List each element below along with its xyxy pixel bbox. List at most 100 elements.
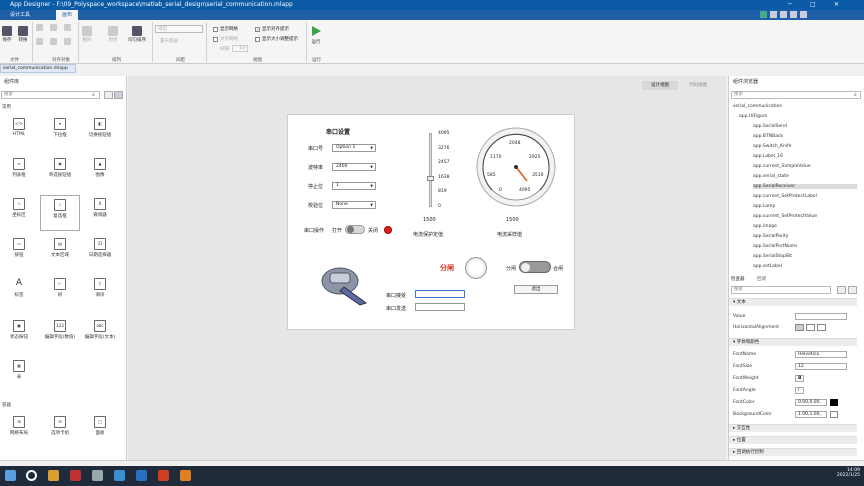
component-axes[interactable]: ∿ 坐标区 (1, 198, 37, 218)
maximize-button[interactable]: □ (810, 0, 816, 10)
code-view-button[interactable]: 代码视图 (680, 81, 716, 90)
align-right-icon[interactable] (64, 24, 71, 32)
tab-callbacks[interactable]: 回调 (757, 276, 766, 282)
document-tab[interactable]: serial_communication.mlapp (0, 64, 76, 73)
component-button[interactable]: ▭ 按钮 (1, 238, 37, 258)
container-grid[interactable]: ⊞ 网格布局 (1, 416, 37, 436)
section-callback-control[interactable]: ▸ 回调执行控制 (729, 448, 857, 456)
tree-item[interactable]: app.BTNBack (753, 134, 857, 139)
start-icon[interactable] (5, 470, 16, 481)
property-search-input[interactable]: 搜索 (731, 286, 831, 294)
tree-item-selected[interactable]: app.SerialReceiver (753, 184, 857, 189)
fontcolor-swatch[interactable] (830, 399, 838, 406)
section-text[interactable]: ▾ 文本 (729, 298, 857, 306)
protect-slider-thumb[interactable] (427, 176, 434, 181)
browser-search-input[interactable]: 搜索 (731, 91, 861, 99)
baud-dropdown[interactable]: 2400 (332, 163, 376, 171)
tree-item[interactable]: app.setLabel (753, 264, 857, 269)
align-bottom-icon[interactable] (64, 38, 71, 46)
app-icon[interactable] (92, 470, 103, 481)
list-view-icon[interactable] (104, 91, 113, 99)
save-quick-icon[interactable] (770, 11, 777, 18)
grid-view-icon[interactable] (848, 286, 857, 294)
library-search-input[interactable]: 搜索 (1, 91, 100, 99)
group-button[interactable]: 组合 (108, 26, 118, 43)
component-slider[interactable]: ┼ 滑块 (82, 278, 118, 298)
convert-button[interactable]: 转换 (18, 26, 28, 43)
container-tabgroup[interactable]: ⊟ 选项卡组 (42, 416, 78, 436)
bgcolor-swatch[interactable] (830, 411, 838, 418)
design-view-button[interactable]: 设计视图 (642, 81, 678, 90)
send-field[interactable] (415, 303, 465, 311)
serial-switch[interactable] (345, 225, 365, 234)
tree-item[interactable]: app.SerialParity (753, 234, 857, 239)
search-icon[interactable]: ⌕ (854, 92, 857, 98)
show-resize-hints-checkbox[interactable]: 显示大小调整提示 (255, 36, 298, 42)
align-left-icon[interactable] (795, 324, 804, 331)
tree-item[interactable]: app.Lamp (753, 204, 857, 209)
app-icon[interactable] (136, 470, 147, 481)
tree-root[interactable]: serial_communication (733, 104, 857, 109)
component-image[interactable]: ▲ 图像 (82, 158, 118, 178)
tree-item[interactable]: app.current_SetProtectValue (753, 214, 857, 219)
explorer-icon[interactable] (48, 470, 59, 481)
help-quick-icon[interactable] (800, 11, 807, 18)
fontweight-button[interactable]: B (795, 375, 804, 382)
list-view-icon[interactable] (837, 286, 846, 294)
grid-view-icon[interactable] (114, 91, 123, 99)
spacing-dropdown[interactable]: 均匀 (155, 25, 203, 33)
same-size-button[interactable]: 相同 (82, 26, 92, 43)
component-textarea[interactable]: ▤ 文本区域 (42, 238, 78, 258)
section-position[interactable]: ▸ 位置 (729, 436, 857, 444)
component-numeric-field[interactable]: 123 编辑字段(数值) (42, 320, 78, 340)
protect-slider-track[interactable] (429, 133, 432, 207)
component-dropdown[interactable]: ▾ 下拉框 (42, 118, 78, 138)
even-arrange-button[interactable]: 均匀排序 (128, 26, 146, 43)
app-icon[interactable] (70, 470, 81, 481)
tree-item[interactable]: app.current_SetProtectLabel (753, 194, 857, 199)
office-icon[interactable] (158, 470, 169, 481)
component-label[interactable]: A 标签 (1, 278, 37, 298)
section-interactivity[interactable]: ▸ 交互性 (729, 424, 857, 432)
tree-item[interactable]: app.image (753, 224, 857, 229)
snap-grid-checkbox[interactable]: 对齐网格 (213, 36, 238, 42)
align-center-icon[interactable] (50, 24, 57, 32)
component-radio-group[interactable]: ◉ 单选按钮组 (42, 158, 78, 178)
port-dropdown[interactable]: Option 1 (332, 144, 376, 152)
tab-inspector[interactable]: 检查器 (731, 276, 745, 282)
save-button[interactable]: 保存 (2, 26, 12, 43)
browser-icon[interactable] (114, 470, 125, 481)
tree-item[interactable]: app.Switch_Knife (753, 144, 857, 149)
tree-item[interactable]: app.serial_state (753, 174, 857, 179)
section-font-color[interactable]: ▾ 字体和颜色 (729, 338, 857, 346)
tree-item[interactable]: app.Label_16 (753, 154, 857, 159)
tab-canvas[interactable]: 画布 (56, 10, 79, 20)
undo-quick-icon[interactable] (780, 11, 787, 18)
clock[interactable]: 14:09 2022/1/25 (828, 468, 860, 478)
run-button[interactable]: 运行 (310, 25, 322, 45)
parity-dropdown[interactable]: None (332, 201, 376, 209)
ui-figure[interactable]: 串口设置 串口号 Option 1 波特率 2400 停止位 1 校验位 Non… (287, 114, 575, 330)
align-left-icon[interactable] (36, 24, 43, 32)
fontangle-button[interactable]: I (795, 387, 804, 394)
minimize-button[interactable]: ─ (788, 0, 792, 10)
exit-button[interactable]: 退出 (514, 285, 558, 294)
close-button[interactable]: ✕ (834, 0, 839, 10)
component-listbox[interactable]: ≡ 列表框 (1, 158, 37, 178)
component-toggle-group[interactable]: ◧ 切换按钮组 (82, 118, 118, 138)
tree-item[interactable]: app.SerialSend (753, 124, 857, 129)
breaker-toggle[interactable] (519, 261, 551, 273)
value-field[interactable] (795, 313, 847, 320)
component-table[interactable]: ▦ 表 (1, 360, 37, 380)
grid-size-input[interactable]: 10 (232, 45, 248, 52)
search-icon[interactable] (26, 470, 37, 481)
show-grid-checkbox[interactable]: 显示网格 (213, 26, 238, 32)
fontname-dropdown[interactable]: Helvetica (795, 351, 847, 358)
component-html[interactable]: </> HTML (1, 118, 37, 137)
stopbit-dropdown[interactable]: 1 (332, 182, 376, 190)
component-spinner[interactable]: 0 微调器 (82, 198, 118, 218)
align-middle-icon[interactable] (50, 38, 57, 46)
container-panel[interactable]: □ 面板 (82, 416, 118, 436)
align-center-icon[interactable] (806, 324, 815, 331)
matlab-icon[interactable] (180, 470, 191, 481)
